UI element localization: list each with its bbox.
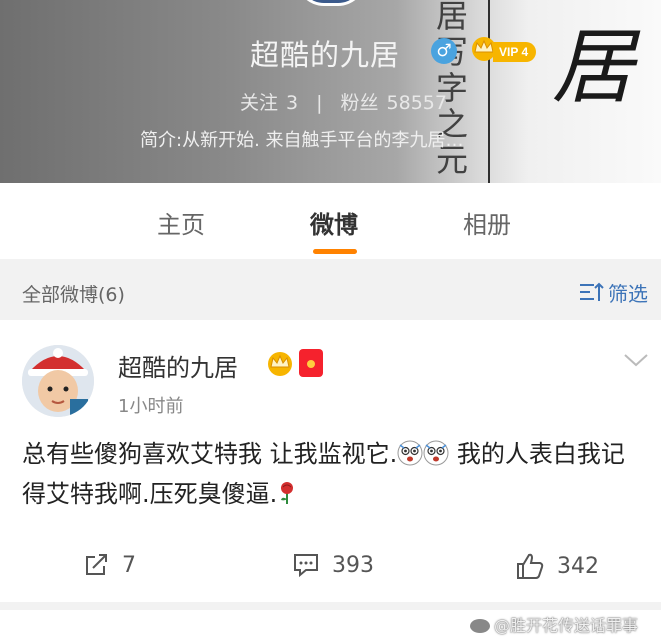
all-posts-count[interactable]: 全部微博(6) xyxy=(22,280,125,307)
vip-crown-icon xyxy=(268,352,292,376)
post-author-avatar[interactable] xyxy=(22,345,94,417)
weibo-logo-icon xyxy=(470,619,490,633)
post-text-part1: 总有些傻狗喜欢艾特我 让我监视它. xyxy=(22,440,398,468)
profile-nickname: 超酷的九居 xyxy=(250,38,401,72)
repost-count: 7 xyxy=(122,552,136,578)
like-button[interactable]: 342 xyxy=(515,552,599,580)
fans-link[interactable]: 粉丝 58557 xyxy=(341,92,447,114)
rose-icon xyxy=(281,482,294,504)
filter-label: 筛选 xyxy=(608,281,648,306)
comment-button[interactable]: 393 xyxy=(292,552,374,578)
shocked-face-icon xyxy=(423,440,449,466)
following-link[interactable]: 关注 3 xyxy=(240,92,298,114)
background-brush-stroke xyxy=(488,0,490,183)
male-icon: ♂ xyxy=(431,38,457,64)
active-tab-indicator xyxy=(313,249,357,254)
profile-bio: 简介:从新开始. 来自触手平台的李九居… xyxy=(140,130,464,151)
post-author-name[interactable]: 超酷的九居 xyxy=(118,348,238,383)
shocked-face-icon xyxy=(397,440,423,466)
tab-home[interactable]: 主页 xyxy=(131,205,231,240)
tab-album[interactable]: 相册 xyxy=(437,205,537,240)
background-calligraphy-glyph: 居 xyxy=(552,20,634,115)
repost-icon xyxy=(86,554,107,575)
filter-icon xyxy=(580,282,604,301)
follow-stats: 关注 3 | 粉丝 58557 xyxy=(240,88,447,115)
post-timestamp: 1小时前 xyxy=(118,396,184,417)
profile-tabs: 主页 微博 相册 xyxy=(0,183,661,259)
comment-count: 393 xyxy=(332,552,374,578)
watermark-text: @胜开花传送话罪事 xyxy=(494,616,639,635)
fans-label: 粉丝 xyxy=(340,92,379,114)
chevron-down-icon[interactable] xyxy=(623,352,649,368)
stats-divider: | xyxy=(316,92,323,114)
vip-level-badge[interactable]: VIP 4 xyxy=(493,42,537,62)
watermark: @胜开花传送话罪事 xyxy=(470,612,638,636)
red-packet-icon[interactable] xyxy=(299,349,323,377)
like-count: 342 xyxy=(557,553,599,579)
post-content: 总有些傻狗喜欢艾特我 让我监视它. 我的人表白我记得艾特我啊.压死臭傻逼. xyxy=(22,434,640,514)
tab-weibo[interactable]: 微博 xyxy=(284,205,384,240)
fans-count: 58557 xyxy=(386,92,447,114)
following-count: 3 xyxy=(286,92,299,114)
post-actions: 7 393 342 xyxy=(0,544,661,594)
following-label: 关注 xyxy=(240,92,279,114)
comment-icon xyxy=(294,554,318,578)
filter-button[interactable]: 筛选 xyxy=(579,278,648,306)
repost-button[interactable]: 7 xyxy=(84,552,136,578)
profile-header: 居写字之元 居 超酷的九居 ♂ VIP 4 关注3|粉丝58557 简介:从新开… xyxy=(0,0,661,183)
filter-bar: 全部微博(6) 筛选 xyxy=(0,266,661,318)
thumbs-up-icon xyxy=(517,553,544,579)
profile-avatar[interactable] xyxy=(296,0,366,6)
avatar-image xyxy=(22,345,94,417)
post-card: 超酷的九居 1小时前 总有些傻狗喜欢艾特我 让我监视它. 我的人表白我记得艾特我… xyxy=(0,320,661,602)
